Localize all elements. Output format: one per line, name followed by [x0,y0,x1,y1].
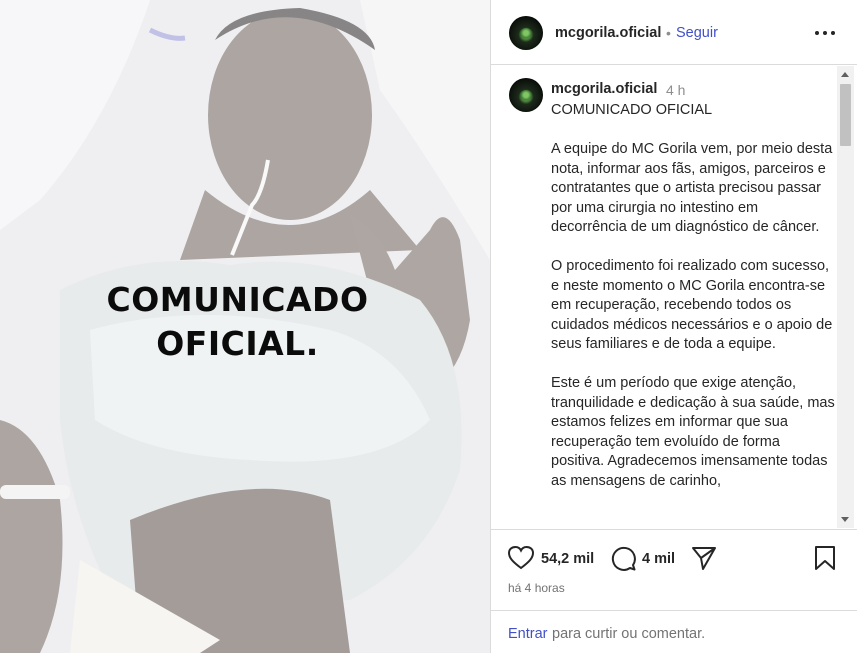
login-prompt: Entrar para curtir ou comentar. [491,610,857,653]
login-link[interactable]: Entrar [508,626,548,642]
caption-paragraph: O procedimento foi realizado com sucesso… [551,258,833,352]
caption-time[interactable]: 4 h [666,82,685,98]
caption-paragraph: Este é um período que exige atenção, tra… [551,375,835,489]
avatar[interactable] [509,16,543,50]
scroll-down-icon[interactable] [841,517,849,522]
post-image[interactable]: COMUNICADO OFICIAL. [0,0,490,653]
likes-count[interactable]: 54,2 mil [541,551,594,567]
comments-count[interactable]: 4 mil [642,551,675,567]
header-separator: • [666,25,671,41]
more-options-icon[interactable] [815,20,835,44]
caption-avatar[interactable] [509,78,543,112]
caption-scrollbar[interactable] [837,66,854,528]
post-header: mcgorila.oficial • Seguir [491,0,857,65]
caption-username[interactable]: mcgorila.oficial [551,81,657,97]
caption-paragraph: A equipe do MC Gorila vem, por meio dest… [551,141,833,235]
follow-button[interactable]: Seguir [676,25,718,41]
share-icon[interactable] [690,544,718,572]
caption-area[interactable]: mcgorila.oficial 4 h COMUNICADO OFICIAL … [491,66,857,528]
overlay-line-1: COMUNICADO [106,280,369,319]
overlay-line-2: OFICIAL. [156,324,319,363]
scrollbar-thumb[interactable] [840,84,851,146]
overlay-title: COMUNICADO OFICIAL. [0,278,475,366]
bookmark-icon[interactable] [811,544,839,572]
caption-text: COMUNICADO OFICIAL A equipe do MC Gorila… [551,101,836,511]
scroll-up-icon[interactable] [841,72,849,77]
heart-icon[interactable] [507,544,535,572]
caption-paragraph: COMUNICADO OFICIAL [551,102,713,118]
comment-icon[interactable] [609,544,637,572]
header-username[interactable]: mcgorila.oficial [555,25,661,41]
login-prompt-text: para curtir ou comentar. [552,626,706,642]
post-side-panel: mcgorila.oficial • Seguir mcgorila.ofici… [491,0,865,653]
post-time-ago[interactable]: há 4 horas [508,581,565,595]
